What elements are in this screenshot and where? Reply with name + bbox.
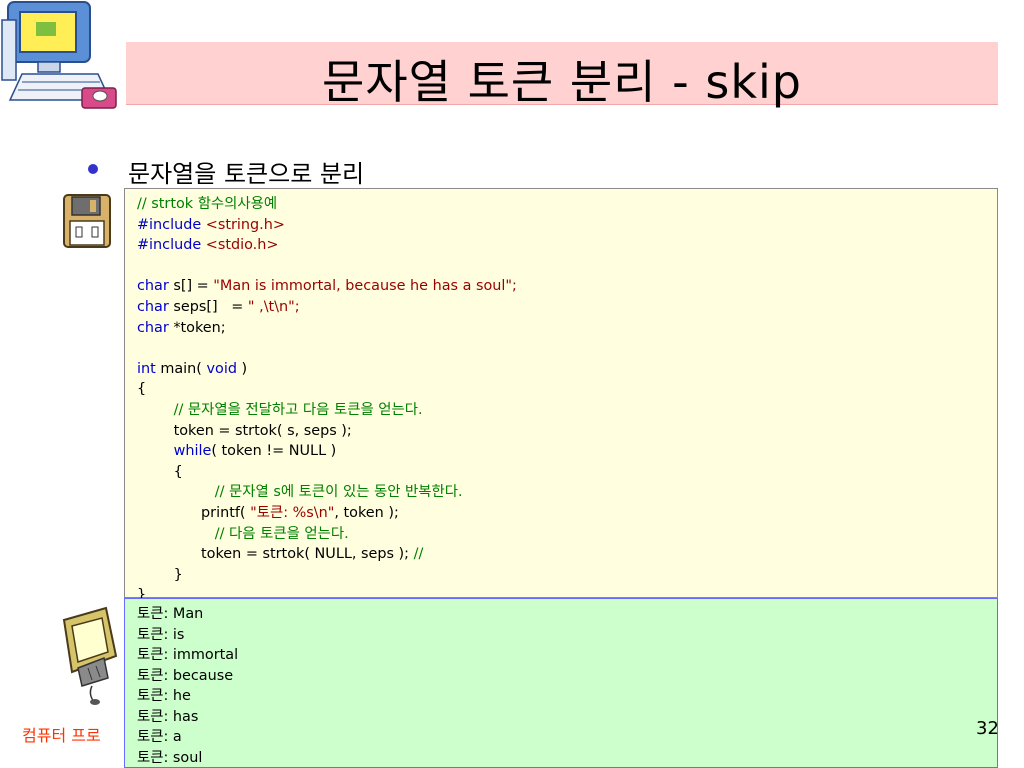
code-token: ( token != NULL ) [211, 443, 337, 460]
code-token: while [137, 443, 212, 460]
slide-title: 문자열 토큰 분리 - skip [322, 55, 802, 109]
code-line: #include <string.h> [137, 215, 997, 236]
code-line: // 문자열을 전달하고 다음 토큰을 얻는다. [137, 400, 997, 421]
code-token: token = strtok( s, seps ); [137, 422, 352, 439]
code-token: 함수의사용예 [197, 196, 278, 212]
code-line: token = strtok( NULL, seps ); // [137, 544, 997, 565]
code-line: // 다음 토큰을 얻는다. [137, 524, 997, 545]
output-line: 토큰: immortal [137, 647, 239, 663]
code-line: char s[] = "Man is immortal, because he … [137, 276, 997, 297]
code-line: token = strtok( s, seps ); [137, 421, 997, 442]
code-token: void [206, 360, 242, 377]
code-token: 에 토큰이 있는 동안 반복한다. [280, 484, 463, 501]
code-token: s[] = [173, 278, 214, 295]
code-line: } [137, 565, 997, 586]
code-token: *token; [173, 319, 226, 336]
output-line: 토큰: he [137, 688, 191, 704]
code-token: char [137, 278, 174, 295]
output-line: 토큰: Man [137, 606, 204, 622]
code-token: "Man is immortal, because he has a soul"… [213, 278, 517, 295]
code-token: seps[] = [173, 298, 248, 315]
code-token: char [137, 298, 174, 315]
code-token: , token ); [334, 504, 399, 521]
slide-subheading: 문자열을 토큰으로 분리 [128, 160, 365, 188]
output-line: 토큰: a [137, 729, 182, 745]
code-token: } [137, 566, 183, 583]
code-token: char [137, 319, 174, 336]
footer-course-name: 컴퓨터 프로 [22, 726, 101, 745]
code-token: int [137, 360, 161, 377]
code-line: char seps[] = " ,\t\n"; [137, 297, 997, 318]
title-bar: 문자열 토큰 분리 - skip [126, 42, 998, 109]
code-token: <string.h> [205, 216, 285, 233]
code-line: while( token != NULL ) [137, 441, 997, 462]
code-token: main( [160, 360, 207, 377]
bullet-dot [88, 164, 98, 174]
output-line: 토큰: soul [137, 749, 203, 766]
code-token: "토큰: %s\n" [250, 504, 335, 521]
monitor-clipart-icon [62, 606, 118, 705]
computer-clipart-icon [1, 1, 117, 109]
code-token: // strtok [137, 196, 198, 212]
code-token: #include [137, 237, 206, 254]
program-output: 토큰: Man 토큰: is 토큰: immortal 토큰: because 토큰: … [124, 598, 998, 768]
code-line: #include <stdio.h> [137, 235, 997, 256]
code-token: // 다음 토큰을 얻는다. [137, 525, 349, 542]
code-token: { [137, 463, 183, 480]
code-token: // [413, 546, 424, 563]
code-token: " ,\t\n"; [247, 298, 300, 315]
output-line: 토큰: is [137, 626, 185, 643]
code-token: // 문자열 [137, 484, 274, 501]
code-token: #include [137, 216, 206, 233]
code-token: token = strtok( NULL, seps ); [137, 546, 414, 563]
code-line: { [137, 462, 997, 483]
page-number: 32 [976, 718, 999, 739]
code-token: s [273, 484, 281, 501]
code-token: <stdio.h> [205, 237, 279, 254]
code-listing: // strtok 함수의사용예 #include <string.h> #incl… [124, 188, 998, 603]
floppy-disk-icon [63, 194, 111, 248]
output-line: 토큰: because [137, 667, 234, 684]
code-token: printf( [137, 504, 251, 521]
code-line: // 문자열 s에 토큰이 있는 동안 반복한다. [137, 482, 997, 503]
code-line: { [137, 379, 997, 400]
code-line: int main( void ) [137, 359, 997, 380]
code-token: ) [241, 360, 248, 377]
code-token: { [137, 381, 147, 398]
code-line: // strtok 함수의사용예 [137, 194, 997, 215]
code-line: printf( "토큰: %s\n", token ); [137, 503, 997, 524]
code-line: char *token; [137, 318, 997, 339]
output-line: 토큰: has [137, 708, 199, 725]
code-token: // 문자열을 전달하고 다음 토큰을 얻는다. [137, 401, 423, 418]
